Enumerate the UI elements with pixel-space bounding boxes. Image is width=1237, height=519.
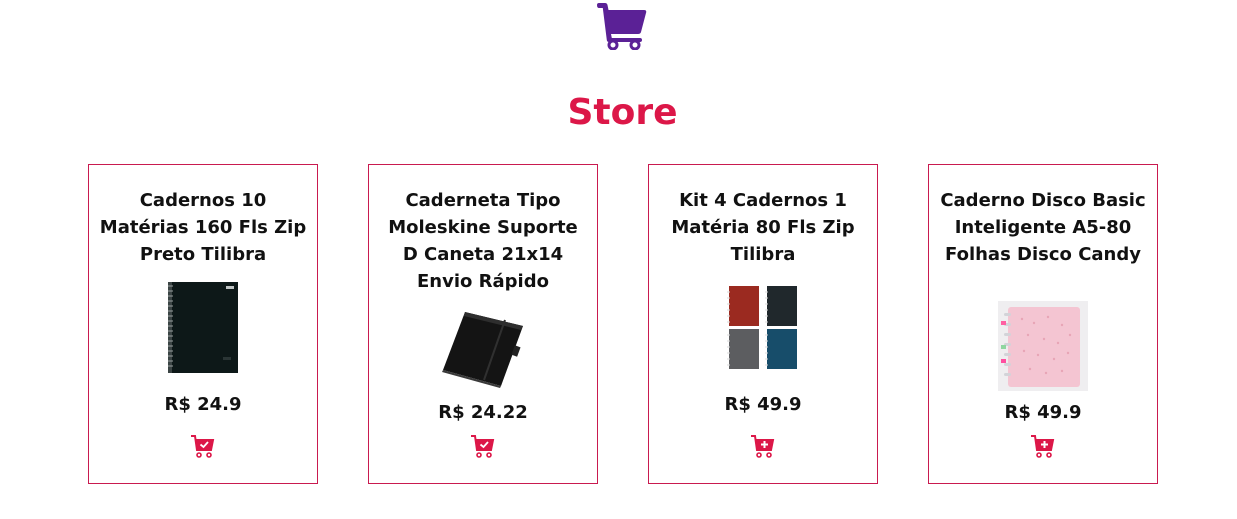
cart-plus-icon[interactable] bbox=[1031, 434, 1055, 458]
page-title: Store bbox=[567, 92, 678, 133]
product-price: R$ 49.9 bbox=[1004, 402, 1082, 423]
product-price: R$ 24.22 bbox=[438, 402, 528, 423]
product-image bbox=[727, 286, 797, 369]
product-image bbox=[168, 282, 238, 373]
cart-plus-icon[interactable] bbox=[751, 434, 775, 458]
product-card: Caderno Disco Basic Inteligente A5-80 Fo… bbox=[928, 164, 1158, 484]
product-image bbox=[998, 301, 1088, 391]
product-name: Cadernos 10 Matérias 160 Fls Zip Preto T… bbox=[99, 190, 307, 265]
product-card: Caderneta Tipo Moleskine Suporte D Canet… bbox=[368, 164, 598, 484]
product-price: R$ 24.9 bbox=[164, 394, 242, 415]
product-card: Kit 4 Cadernos 1 Matéria 80 Fls Zip Tili… bbox=[648, 164, 878, 484]
product-card: Cadernos 10 Matérias 160 Fls Zip Preto T… bbox=[88, 164, 318, 484]
product-name: Caderneta Tipo Moleskine Suporte D Canet… bbox=[388, 190, 578, 292]
product-name: Caderno Disco Basic Inteligente A5-80 Fo… bbox=[940, 190, 1146, 265]
cart-check-icon[interactable] bbox=[191, 434, 215, 458]
product-image bbox=[442, 312, 523, 388]
store-page: Store Cadernos 10 Matérias 160 Fls Zip P… bbox=[0, 0, 1237, 519]
product-name: Kit 4 Cadernos 1 Matéria 80 Fls Zip Tili… bbox=[671, 190, 855, 265]
cart-check-icon[interactable] bbox=[471, 434, 495, 458]
shopping-cart-icon bbox=[597, 3, 647, 50]
product-price: R$ 49.9 bbox=[724, 394, 802, 415]
